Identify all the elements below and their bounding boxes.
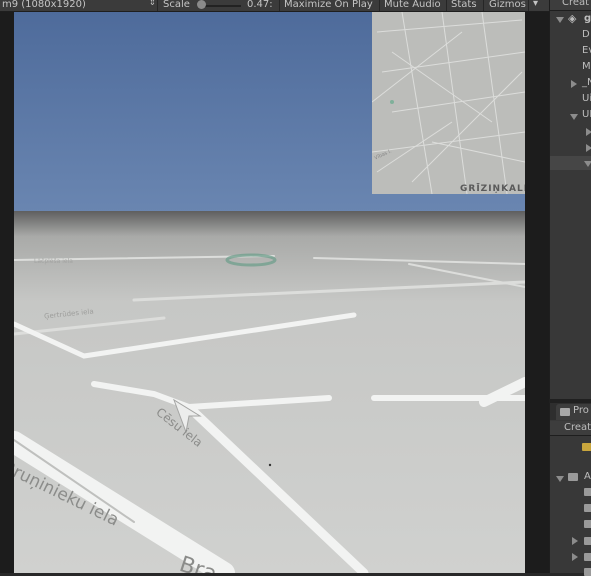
hierarchy-item[interactable]: UI (582, 109, 591, 120)
stats-toggle[interactable]: Stats (451, 0, 477, 10)
minimap-place-label: GRĪZIŅKALN (460, 184, 525, 194)
folder-icon (568, 473, 578, 481)
expand-arrow-icon[interactable] (572, 553, 578, 561)
letterbox-right (525, 12, 549, 573)
favorites-star-icon[interactable] (582, 443, 591, 451)
mute-audio-toggle[interactable]: Mute Audio (384, 0, 441, 10)
expand-arrow-icon[interactable] (584, 161, 591, 167)
hierarchy-create-button[interactable]: Creat (562, 0, 589, 8)
folder-icon[interactable] (584, 537, 591, 545)
folder-icon[interactable] (584, 520, 591, 528)
folder-icon[interactable] (584, 568, 591, 576)
gizmos-dropdown[interactable]: Gizmos (489, 0, 526, 10)
folder-icon (560, 408, 570, 416)
unity-scene-icon: ◈ (568, 12, 577, 25)
expand-arrow-icon[interactable] (572, 537, 578, 545)
project-tab[interactable]: Pro (573, 405, 589, 416)
folder-icon[interactable] (584, 504, 591, 512)
game-toolbar: m9 (1080x1920) ⇕ Scale 0.47: Maximize On… (0, 0, 549, 12)
dropdown-arrow-icon[interactable]: ⇕ (149, 0, 156, 7)
expand-arrow-icon[interactable] (570, 114, 578, 120)
expand-arrow-icon[interactable] (571, 80, 577, 88)
expand-arrow-icon[interactable] (556, 476, 564, 482)
letterbox-left (0, 12, 14, 573)
hierarchy-item[interactable]: D (582, 29, 590, 40)
expand-arrow-icon[interactable] (586, 144, 591, 152)
minimap-streets (372, 12, 525, 194)
folder-icon[interactable] (584, 553, 591, 561)
hierarchy-item[interactable]: Ev (582, 45, 591, 56)
expand-arrow-icon[interactable] (586, 128, 591, 136)
scale-label: Scale (163, 0, 190, 10)
game-viewport[interactable]: Ģertrūdes iela Cēsu iela Bruņinieku iela… (14, 12, 525, 573)
hierarchy-item[interactable]: Ui (582, 93, 591, 104)
assets-folder-label[interactable]: A (584, 471, 591, 482)
minimap[interactable]: Vības l. GRĪZIŅKALN (372, 12, 525, 194)
project-create-button[interactable]: Creat (564, 422, 591, 433)
maximize-on-play-toggle[interactable]: Maximize On Play (284, 0, 373, 10)
project-panel: Pro Creat A (549, 403, 591, 576)
scale-slider-track[interactable] (201, 5, 241, 7)
hierarchy-item[interactable]: _N (582, 77, 591, 88)
street-label-lacplesa: Lāčplēša iela (34, 258, 73, 265)
hierarchy-panel: Creat ◈ g D Ev M _N Ui UI (549, 0, 591, 403)
hierarchy-item[interactable]: M (582, 61, 591, 72)
resolution-dropdown[interactable]: m9 (1080x1920) (2, 0, 86, 10)
gizmos-arrow-icon[interactable]: ▾ (533, 0, 538, 9)
folder-icon[interactable] (584, 488, 591, 496)
scale-value: 0.47: (247, 0, 273, 10)
scale-slider-handle[interactable] (197, 0, 206, 9)
scene-name[interactable]: g (584, 13, 591, 24)
expand-arrow-icon[interactable] (556, 17, 564, 23)
